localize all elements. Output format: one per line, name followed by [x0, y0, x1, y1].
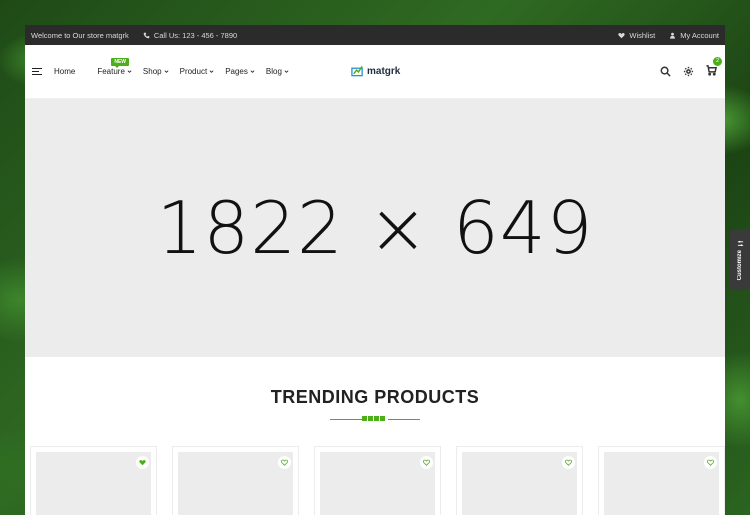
- wishlist-link[interactable]: Wishlist: [618, 31, 655, 40]
- main-header: Home NEW Feature Shop Product Pages Blog: [25, 45, 725, 99]
- nav-shop-label: Shop: [142, 67, 162, 76]
- wishlist-label: Wishlist: [629, 30, 656, 40]
- product-card[interactable]: [598, 446, 725, 515]
- hero-placeholder-text: 1822 × 649: [156, 186, 594, 270]
- chevron-down-icon: [284, 70, 289, 73]
- phone-icon: [143, 32, 150, 38]
- heart-outline-icon: [281, 459, 288, 466]
- nav-item-shop[interactable]: Shop: [143, 67, 169, 76]
- phone-info: Call Us: 123 - 456 - 7890: [143, 31, 237, 40]
- my-account-link[interactable]: My Account: [669, 31, 719, 40]
- trending-section: TRENDING PRODUCTS: [25, 357, 725, 422]
- welcome-text: Welcome to Our store matgrk: [31, 30, 129, 40]
- new-badge: NEW: [111, 58, 130, 68]
- product-image[interactable]: [462, 452, 577, 515]
- wishlist-toggle[interactable]: [420, 456, 433, 469]
- nav-feature-label: Feature: [97, 67, 125, 76]
- product-card[interactable]: [314, 446, 441, 515]
- heart-outline-icon: [423, 459, 430, 466]
- section-title: TRENDING PRODUCTS: [270, 387, 480, 407]
- product-card[interactable]: [30, 446, 157, 515]
- product-image[interactable]: [604, 452, 719, 515]
- heart-filled-icon: [139, 460, 146, 466]
- nav-item-home[interactable]: Home: [54, 67, 75, 76]
- main-nav: Home NEW Feature Shop Product Pages Blog: [54, 58, 300, 76]
- wishlist-toggle[interactable]: [562, 456, 575, 469]
- product-grid: [30, 446, 725, 515]
- my-account-label: My Account: [680, 30, 719, 40]
- phone-text: Call Us: 123 - 456 - 7890: [153, 30, 238, 40]
- nav-home-label: Home: [54, 67, 76, 76]
- user-icon: [670, 32, 676, 39]
- nav-item-pages[interactable]: Pages: [225, 67, 255, 76]
- nav-pages-label: Pages: [225, 67, 248, 76]
- product-card[interactable]: [456, 446, 583, 515]
- chevron-down-icon: [250, 70, 255, 73]
- hamburger-menu-icon[interactable]: [32, 67, 42, 76]
- chevron-down-icon: [209, 70, 214, 73]
- product-image[interactable]: [178, 452, 293, 515]
- sliders-icon: [737, 240, 743, 246]
- cart-count-badge: 2: [713, 56, 722, 66]
- product-image[interactable]: [320, 452, 435, 515]
- heart-outline-icon: [565, 459, 572, 466]
- search-icon[interactable]: [660, 66, 671, 77]
- chevron-down-icon: [164, 70, 169, 73]
- logo-icon: [351, 65, 363, 77]
- heart-icon: [618, 32, 626, 38]
- wishlist-toggle[interactable]: [136, 456, 149, 469]
- chevron-down-icon: [127, 70, 132, 73]
- nav-blog-label: Blog: [265, 67, 282, 76]
- site-container: Welcome to Our store matgrk Call Us: 123…: [25, 25, 725, 515]
- wishlist-toggle[interactable]: [704, 456, 717, 469]
- nav-product-label: Product: [179, 67, 208, 76]
- logo-text: matgrk: [367, 65, 401, 77]
- cart-icon: [706, 64, 717, 76]
- nav-item-product[interactable]: Product: [180, 67, 215, 76]
- nav-item-blog[interactable]: Blog: [266, 67, 289, 76]
- site-logo[interactable]: matgrk: [351, 65, 400, 77]
- gear-icon[interactable]: [683, 66, 694, 77]
- product-image[interactable]: [36, 452, 151, 515]
- top-bar: Welcome to Our store matgrk Call Us: 123…: [25, 25, 725, 45]
- customize-panel-toggle[interactable]: Customize: [730, 230, 750, 290]
- nav-item-feature[interactable]: NEW Feature: [97, 58, 132, 76]
- cart-button[interactable]: 2: [706, 56, 722, 81]
- heart-outline-icon: [707, 459, 714, 466]
- title-divider: [330, 416, 420, 422]
- header-actions: 2: [660, 56, 722, 81]
- customize-label: Customize: [737, 249, 743, 281]
- wishlist-toggle[interactable]: [278, 456, 291, 469]
- hero-banner[interactable]: 1822 × 649: [25, 99, 725, 357]
- product-card[interactable]: [172, 446, 299, 515]
